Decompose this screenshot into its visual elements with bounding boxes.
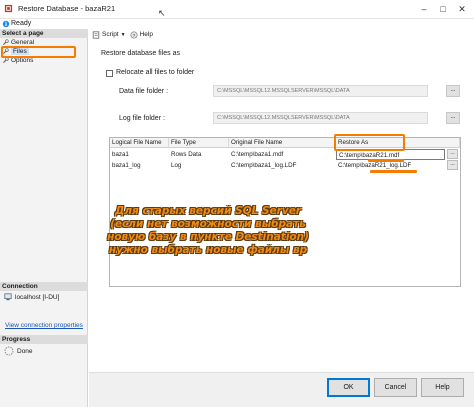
data-folder-label: Data file folder : — [119, 88, 169, 95]
column-header-original-file-name[interactable]: Original File Name — [229, 138, 336, 148]
progress-done-icon — [4, 346, 14, 356]
svg-text:?: ? — [132, 32, 135, 38]
cell-original-file-name: C:\temp\baza1_log.LDF — [231, 162, 297, 169]
connection-server: localhost [I-DU] — [4, 293, 59, 301]
column-header-logical-file-name[interactable]: Logical File Name — [110, 138, 169, 148]
cell-original-file-name: C:\temp\baza1.mdf — [231, 151, 284, 158]
table-row[interactable]: baza1 Rows Data C:\temp\baza1.mdf C:\tem… — [110, 149, 460, 160]
mouse-cursor-icon: ↖ — [158, 8, 166, 18]
cell-logical-name: baza1_log — [112, 162, 141, 169]
page-item-label: Options — [11, 57, 34, 64]
view-connection-properties-link[interactable]: View connection properties — [5, 322, 83, 329]
help-icon: ? — [130, 30, 138, 38]
help-label: Help — [139, 31, 153, 38]
help-button[interactable]: Help — [421, 378, 464, 397]
cell-file-type: Rows Data — [171, 151, 202, 158]
log-folder-label: Log file folder : — [119, 115, 165, 122]
close-button[interactable]: ✕ — [456, 3, 468, 15]
data-folder-input[interactable]: C:\MSSQL\MSSQL12.MSSQLSERVER\MSSQL\DATA — [213, 85, 428, 97]
connection-server-text: localhost [I-DU] — [15, 293, 60, 301]
status-bar: Ready — [0, 19, 474, 29]
wrench-icon — [3, 57, 9, 63]
window-title: Restore Database - bazaR21 — [18, 4, 116, 13]
wrench-icon — [3, 39, 9, 45]
maximize-button[interactable]: □ — [437, 3, 449, 15]
progress-status-text: Done — [17, 347, 33, 355]
chevron-down-icon[interactable]: ▼ — [121, 32, 126, 38]
help-toolbar-button[interactable]: ? Help — [130, 30, 153, 39]
page-item-label: General — [11, 39, 35, 46]
relocate-label[interactable]: Relocate all files to folder — [116, 69, 194, 76]
script-icon — [92, 30, 100, 39]
restore-mdf-underline — [368, 159, 404, 162]
relocate-checkbox[interactable] — [106, 70, 113, 77]
column-header-file-type[interactable]: File Type — [169, 138, 229, 148]
restore-as-browse-button[interactable]: ... — [447, 160, 458, 170]
cell-logical-name: baza1 — [112, 151, 129, 158]
server-icon — [4, 293, 12, 301]
log-folder-browse-button[interactable]: ... — [446, 112, 460, 124]
progress-header: Progress — [0, 335, 88, 344]
connection-header: Connection — [0, 282, 88, 291]
script-label: Script — [102, 31, 119, 38]
restore-as-highlight-box — [334, 134, 405, 151]
script-button[interactable]: Script ▼ — [92, 30, 126, 39]
annotation-text: Для старых версий SQL Server (если нет в… — [107, 205, 309, 256]
select-page-header: Select a page — [0, 29, 88, 38]
restore-database-icon — [4, 4, 13, 13]
title-bar: Restore Database - bazaR21 ↖ – □ ✕ — [0, 0, 474, 19]
files-highlight-box — [1, 46, 76, 58]
toolbar: Script ▼ ? Help — [89, 29, 474, 40]
cell-file-type: Log — [171, 162, 182, 169]
status-text: Ready — [11, 20, 32, 27]
grid-header: Logical File Name File Type Original Fil… — [110, 138, 460, 148]
progress-status: Done — [4, 346, 33, 356]
left-pane: Select a page General Files Options Conn… — [0, 29, 88, 407]
restore-as-browse-button[interactable]: ... — [447, 149, 458, 159]
minimize-button[interactable]: – — [418, 3, 430, 15]
cancel-button[interactable]: Cancel — [374, 378, 417, 397]
ok-button[interactable]: OK — [327, 378, 370, 397]
data-folder-browse-button[interactable]: ... — [446, 85, 460, 97]
log-folder-input[interactable]: C:\MSSQL\MSSQL12.MSSQLSERVER\MSSQL\DATA — [213, 112, 428, 124]
restore-files-group-label: Restore database files as — [101, 50, 180, 57]
ready-status-icon — [2, 20, 10, 28]
restore-ldf-underline — [370, 170, 417, 173]
